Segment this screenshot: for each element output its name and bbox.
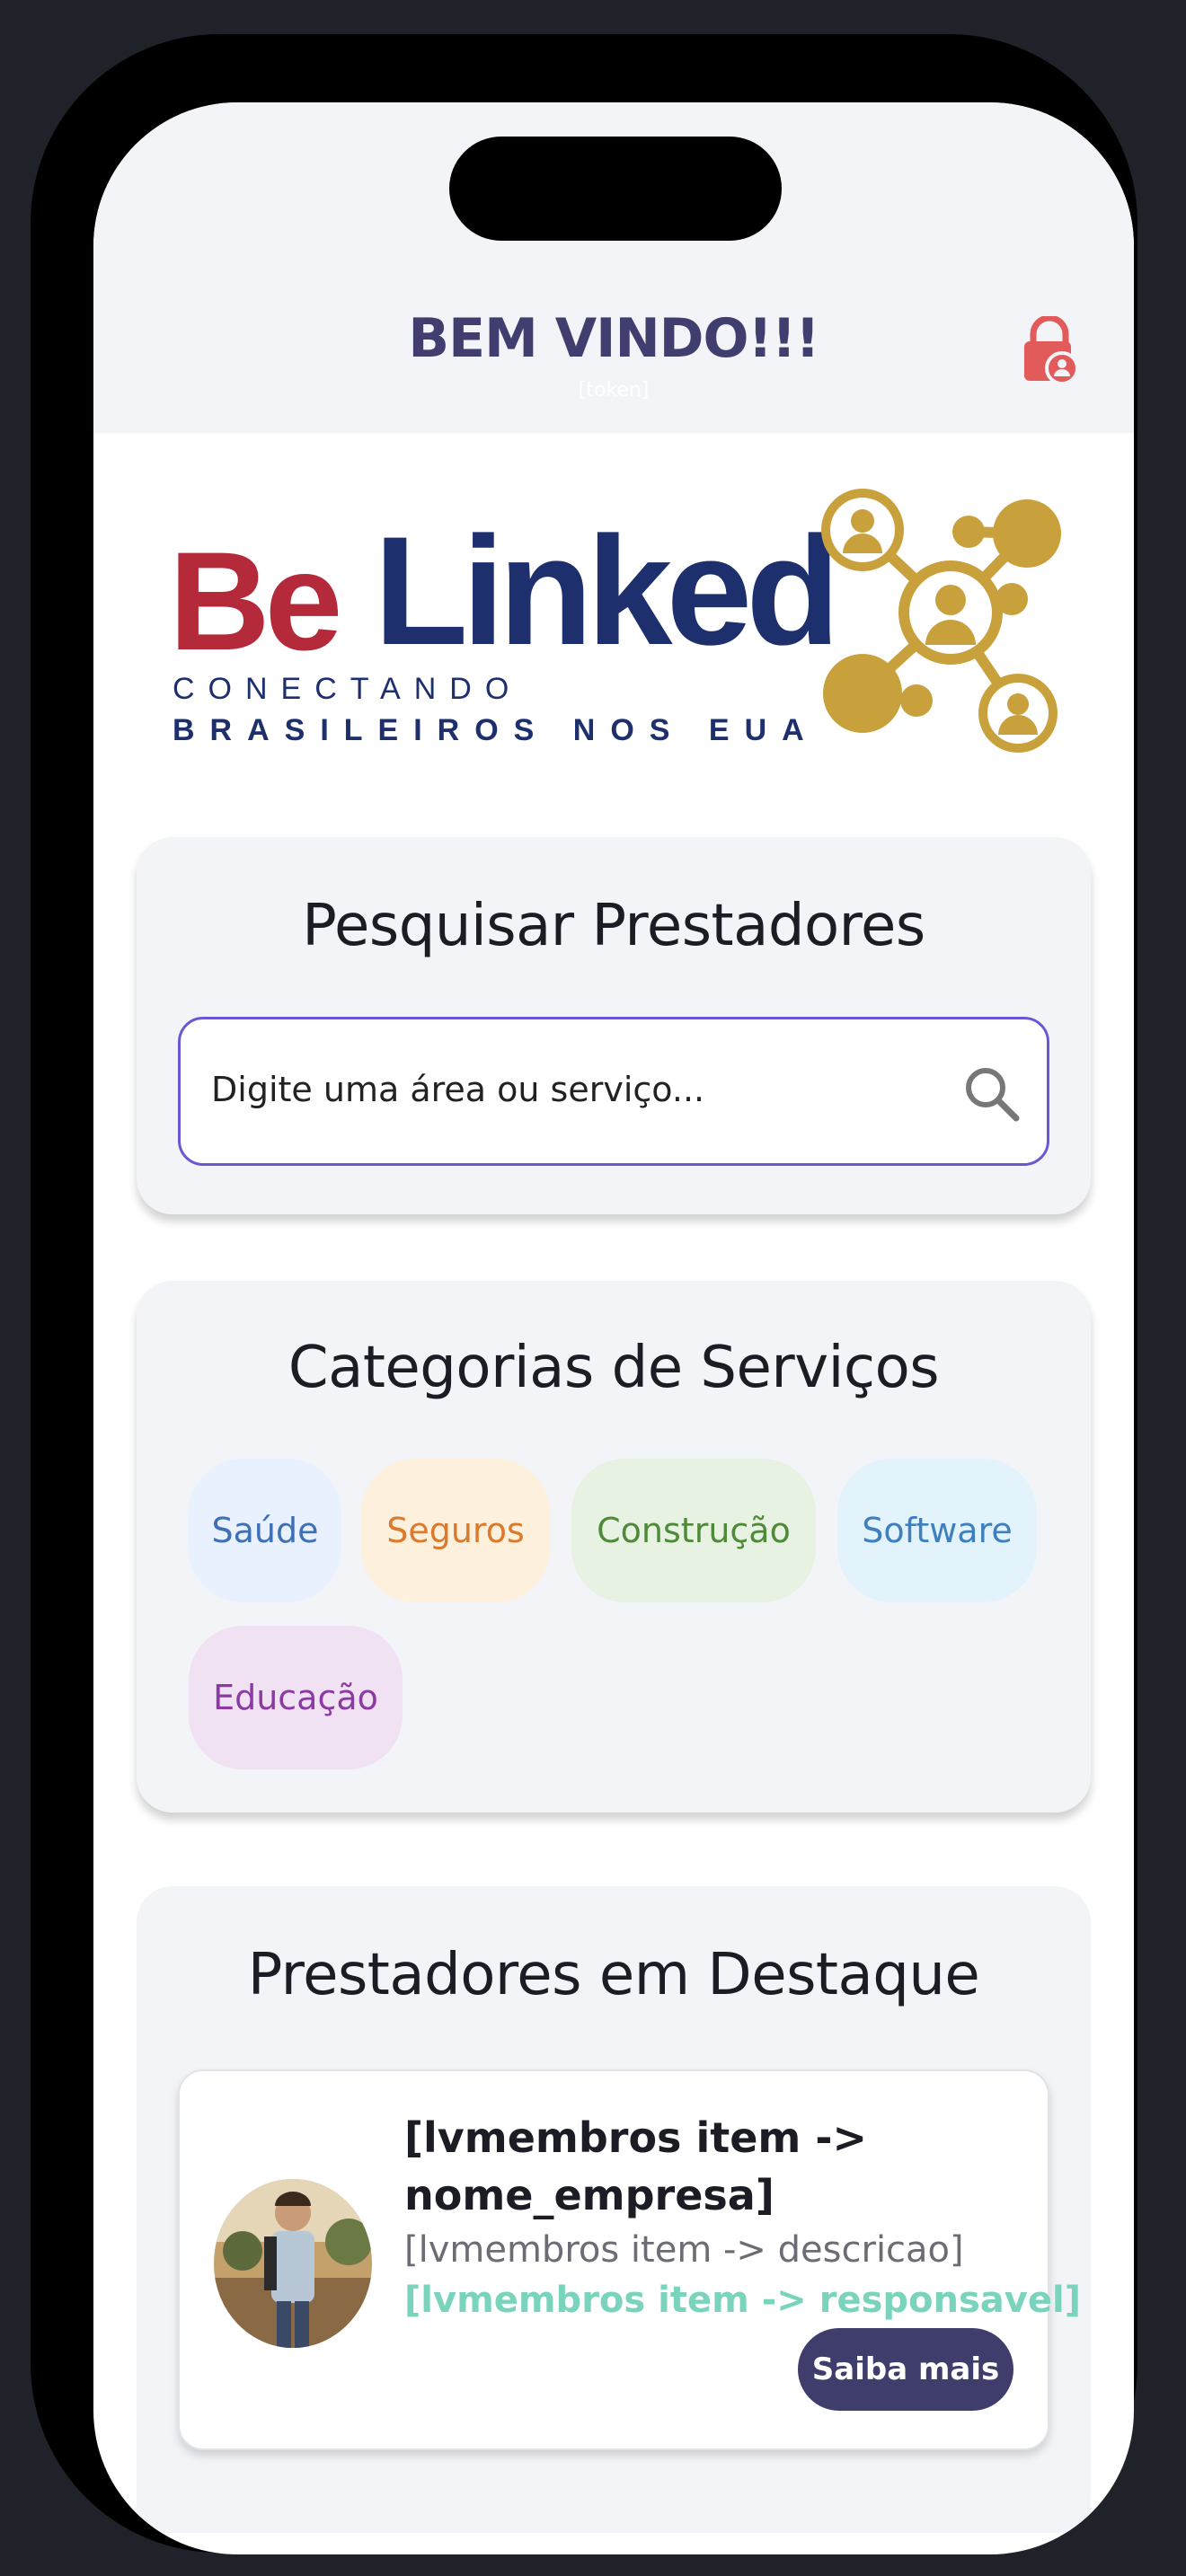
page-title: BEM VINDO!!! bbox=[408, 307, 819, 370]
search-card: Pesquisar Prestadores Digite uma área ou… bbox=[137, 837, 1091, 1214]
search-title: Pesquisar Prestadores bbox=[302, 893, 925, 959]
lock-user-icon[interactable] bbox=[1019, 314, 1082, 385]
logo-word-linked: Linked bbox=[374, 505, 840, 677]
category-chip-saude[interactable]: Saúde bbox=[189, 1459, 341, 1602]
phone-frame: BEM VINDO!!! [token] Be Linked CONECTAND… bbox=[31, 34, 1137, 2554]
app-screen: BEM VINDO!!! [token] Be Linked CONECTAND… bbox=[93, 102, 1134, 2554]
saiba-mais-button[interactable]: Saiba mais bbox=[798, 2328, 1013, 2411]
belinked-logo: Be Linked CONECTANDO BRASILEIROS NOS EUA bbox=[169, 478, 1094, 756]
categories-card: Categorias de Serviços Saúde Seguros Con… bbox=[137, 1281, 1091, 1813]
category-chip-software[interactable]: Software bbox=[837, 1459, 1037, 1602]
avatar bbox=[214, 2179, 372, 2348]
categories-title: Categorias de Serviços bbox=[288, 1335, 940, 1401]
network-people-icon bbox=[816, 478, 1094, 756]
search-icon[interactable] bbox=[962, 1064, 1022, 1124]
logo-word-be: Be bbox=[169, 524, 342, 680]
member-description: [lvmembros item -> descricao] bbox=[404, 2229, 964, 2271]
member-company-name: [lvmembros item -> nome_empresa] bbox=[404, 2113, 867, 2219]
featured-title: Prestadores em Destaque bbox=[247, 1942, 980, 2008]
logo-tagline-2: BRASILEIROS NOS EUA bbox=[173, 713, 819, 747]
category-chip-construcao[interactable]: Construção bbox=[571, 1459, 816, 1602]
featured-card: Prestadores em Destaque [lvmembros item … bbox=[137, 1886, 1091, 2533]
category-chip-educacao[interactable]: Educação bbox=[189, 1626, 403, 1769]
member-responsible: [lvmembros item -> responsavel] bbox=[404, 2280, 1081, 2321]
category-chip-seguros[interactable]: Seguros bbox=[361, 1459, 550, 1602]
search-input[interactable]: Digite uma área ou serviço... bbox=[178, 1017, 1049, 1166]
token-label: [token] bbox=[578, 379, 650, 401]
logo-tagline-1: CONECTANDO bbox=[173, 672, 523, 706]
member-card[interactable]: [lvmembros item -> nome_empresa] [lvmemb… bbox=[178, 2069, 1081, 2450]
dynamic-island bbox=[449, 137, 782, 241]
search-placeholder: Digite uma área ou serviço... bbox=[211, 1070, 705, 1109]
